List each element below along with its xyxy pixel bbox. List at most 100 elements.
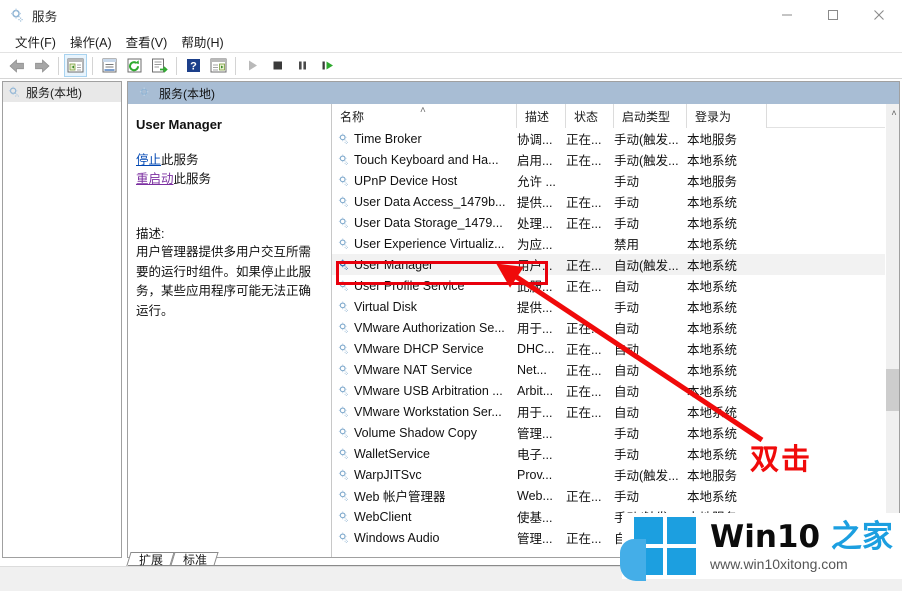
service-name-text: User Data Storage_1479... bbox=[354, 215, 503, 230]
vertical-scrollbar[interactable]: ˄ bbox=[885, 104, 899, 557]
menu-action[interactable]: 操作(A) bbox=[63, 30, 119, 53]
tab-extended-label: 扩展 bbox=[139, 553, 164, 567]
cell-log-on-as: 本地系统 bbox=[687, 238, 738, 252]
toolbar-separator bbox=[176, 56, 177, 75]
service-name-text: Touch Keyboard and Ha... bbox=[354, 152, 499, 167]
table-row[interactable]: Touch Keyboard and Ha... 启用... 正在... 手动(触发.… bbox=[332, 149, 885, 170]
menu-view[interactable]: 查看(V) bbox=[119, 30, 175, 53]
table-row[interactable]: VMware Workstation Ser... 用于... 正在... 自动 本地系… bbox=[332, 401, 885, 422]
table-row[interactable]: VMware Authorization Se... 用于... 正在... 自动 本地… bbox=[332, 317, 885, 338]
tree-node-services-local[interactable]: 服务(本地) bbox=[3, 82, 121, 102]
cell-startup-type: 手动 bbox=[614, 175, 640, 189]
restart-service-link[interactable]: 重启动 bbox=[136, 172, 174, 186]
services-gear-icon bbox=[337, 363, 350, 376]
restart-service-link-row[interactable]: 重启动此服务 bbox=[136, 170, 323, 189]
column-description[interactable]: 描述 bbox=[517, 104, 566, 128]
cell-status: 正在... bbox=[566, 154, 602, 168]
stop-service-link[interactable]: 停止 bbox=[136, 153, 161, 167]
close-button[interactable] bbox=[856, 0, 902, 30]
minimize-button[interactable] bbox=[764, 0, 810, 30]
cell-service-name: VMware Workstation Ser... bbox=[332, 405, 517, 419]
column-log-on-as[interactable]: 登录为 bbox=[687, 104, 767, 128]
cell-description: 处理... bbox=[517, 217, 553, 231]
list-header-row: 名称 ˄ 描述 状态 启动类型 登录为 bbox=[332, 104, 885, 128]
refresh-button[interactable] bbox=[123, 54, 146, 77]
svg-text:?: ? bbox=[190, 61, 197, 73]
services-gear-icon bbox=[337, 279, 350, 292]
export-list-button[interactable] bbox=[148, 54, 171, 77]
services-gear-icon bbox=[337, 258, 350, 271]
cell-startup-type: 自动 bbox=[614, 280, 640, 294]
cell-log-on-as: 本地系统 bbox=[687, 343, 738, 357]
cell-startup-type: 自动 bbox=[614, 322, 640, 336]
windows-logo-icon bbox=[620, 517, 696, 581]
cell-log-on-as: 本地服务 bbox=[687, 469, 738, 483]
cell-service-name: User Data Access_1479b... bbox=[332, 195, 517, 209]
cell-description: Net... bbox=[517, 362, 547, 377]
cell-service-name: User Manager bbox=[332, 258, 517, 272]
table-row[interactable]: User Data Storage_1479... 处理... 正在... 手动 本地系… bbox=[332, 212, 885, 233]
table-row[interactable]: Virtual Disk 提供... 手动 本地系统 bbox=[332, 296, 885, 317]
table-row[interactable]: VMware USB Arbitration ... Arbit... 正在... 自… bbox=[332, 380, 885, 401]
stop-service-button[interactable] bbox=[266, 54, 289, 77]
table-row[interactable]: Web 帐户管理器 Web... 正在... 手动 本地系统 bbox=[332, 485, 885, 506]
scroll-up-button[interactable]: ˄ bbox=[886, 104, 899, 121]
table-row[interactable]: VMware DHCP Service DHC... 正在... 自动 本地系统 bbox=[332, 338, 885, 359]
cell-status: 正在... bbox=[566, 532, 602, 546]
forward-button[interactable] bbox=[30, 54, 53, 77]
scrollbar-thumb[interactable] bbox=[886, 369, 899, 411]
start-service-button[interactable] bbox=[241, 54, 264, 77]
service-name-text: UPnP Device Host bbox=[354, 173, 458, 188]
services-gear-icon bbox=[337, 531, 350, 544]
services-gear-icon bbox=[337, 342, 350, 355]
pane-header-bar: 服务(本地) bbox=[128, 82, 899, 104]
table-row[interactable]: VMware NAT Service Net... 正在... 自动 本地系统 bbox=[332, 359, 885, 380]
table-row[interactable]: Volume Shadow Copy 管理... 手动 本地系统 bbox=[332, 422, 885, 443]
menu-help[interactable]: 帮助(H) bbox=[174, 30, 230, 53]
table-row[interactable]: WalletService 电子... 手动 本地系统 bbox=[332, 443, 885, 464]
cell-log-on-as: 本地系统 bbox=[687, 385, 738, 399]
table-row[interactable]: User Experience Virtualiz... 为应... 禁用 本地系统 bbox=[332, 233, 885, 254]
services-gear-icon bbox=[138, 86, 152, 100]
properties-button[interactable] bbox=[98, 54, 121, 77]
services-gear-icon bbox=[9, 7, 25, 23]
watermark-text: Win10 之家 www.win10xitong.com bbox=[710, 520, 893, 572]
stop-service-link-row[interactable]: 停止此服务 bbox=[136, 151, 323, 170]
table-row[interactable]: User Manager 用户... 正在... 自动(触发... 本地系统 bbox=[332, 254, 885, 275]
show-hide-tree-button[interactable] bbox=[64, 54, 87, 77]
table-row[interactable]: User Data Access_1479b... 提供... 正在... 手动 本地系… bbox=[332, 191, 885, 212]
cell-status: 正在... bbox=[566, 196, 602, 210]
cell-startup-type: 手动(触发... bbox=[614, 133, 679, 147]
cell-startup-type: 手动 bbox=[614, 490, 640, 504]
restart-service-button[interactable] bbox=[316, 54, 339, 77]
column-status-label: 状态 bbox=[574, 109, 599, 124]
cell-log-on-as: 本地系统 bbox=[687, 490, 738, 504]
cell-startup-type: 自动 bbox=[614, 364, 640, 378]
cell-log-on-as: 本地系统 bbox=[687, 301, 738, 315]
service-name-text: WalletService bbox=[354, 446, 430, 461]
console-tree-pane: 服务(本地) bbox=[2, 81, 122, 558]
menu-file[interactable]: 文件(F) bbox=[8, 30, 63, 53]
pane-header-label: 服务(本地) bbox=[159, 86, 215, 101]
show-action-pane-button[interactable] bbox=[207, 54, 230, 77]
services-gear-icon bbox=[337, 468, 350, 481]
table-row[interactable]: WarpJITSvc Prov... 手动(触发... 本地服务 bbox=[332, 464, 885, 485]
cell-description: 用户... bbox=[517, 259, 553, 273]
help-button[interactable]: ? bbox=[182, 54, 205, 77]
service-name-text: Web 帐户管理器 bbox=[354, 490, 446, 504]
description-label: 描述: bbox=[136, 227, 165, 241]
pause-service-button[interactable] bbox=[291, 54, 314, 77]
service-name-text: User Experience Virtualiz... bbox=[354, 236, 505, 251]
table-row[interactable]: UPnP Device Host 允许 ... 手动 本地服务 bbox=[332, 170, 885, 191]
column-startup-type[interactable]: 启动类型 bbox=[614, 104, 687, 128]
column-status[interactable]: 状态 bbox=[566, 104, 614, 128]
cell-description: 启用... bbox=[517, 154, 553, 168]
maximize-button[interactable] bbox=[810, 0, 856, 30]
cell-log-on-as: 本地系统 bbox=[687, 154, 738, 168]
table-row[interactable]: User Profile Service 此服... 正在... 自动 本地系统 bbox=[332, 275, 885, 296]
services-gear-icon bbox=[337, 153, 350, 166]
table-row[interactable]: Time Broker 协调... 正在... 手动(触发... 本地服务 bbox=[332, 128, 885, 149]
column-name[interactable]: 名称 ˄ bbox=[332, 104, 517, 128]
cell-description: Prov... bbox=[517, 467, 553, 482]
back-button[interactable] bbox=[5, 54, 28, 77]
